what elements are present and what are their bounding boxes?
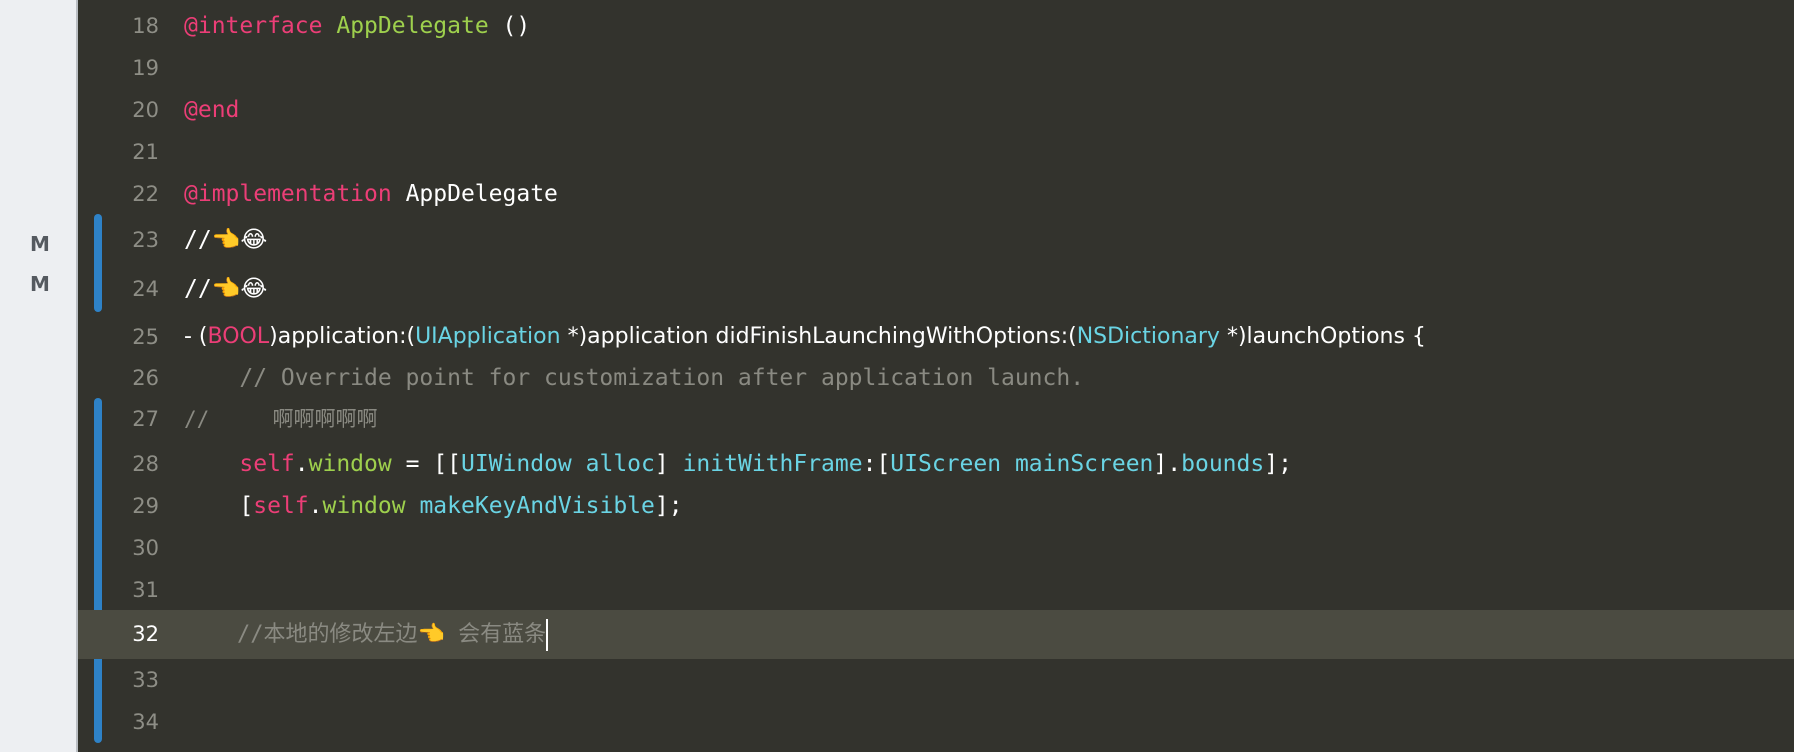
code-line[interactable]: 27 // 啊啊啊啊啊 [78,398,1794,440]
current-code-line[interactable]: 32 //本地的修改左边👈 会有蓝条 [78,610,1794,659]
modified-badge[interactable]: M [28,232,52,256]
code-line[interactable]: 19 [78,47,1794,89]
code-text: @implementation AppDelegate [184,181,558,207]
code-line[interactable]: 22 @implementation AppDelegate [78,173,1794,215]
code-editor[interactable]: 18 @interface AppDelegate () 19 20 @end … [78,0,1794,752]
code-line[interactable]: 24 //👈😂 [78,268,1794,310]
code-comment: //本地的修改左边👈 会有蓝条 [184,610,549,659]
code-comment: // 啊啊啊啊啊 [184,407,378,431]
code-line[interactable]: 30 [78,527,1794,569]
code-line[interactable]: 29 [self.window makeKeyAndVisible]; [78,485,1794,527]
line-number: 32 [132,622,159,646]
pointing-hand-laughing-emoji-icon: 👈😂 [211,276,268,302]
line-number: 26 [132,366,159,390]
line-number: 21 [132,140,159,164]
code-text: //👈😂 [184,276,268,302]
code-text: self.window = [[UIWindow alloc] initWith… [239,451,1292,477]
code-line[interactable]: 31 [78,569,1794,611]
code-line[interactable]: 18 @interface AppDelegate () [78,5,1794,47]
line-number: 19 [132,56,159,80]
line-number: 33 [132,668,159,692]
code-text: @interface AppDelegate () [184,13,531,39]
code-line[interactable]: 34 [78,701,1794,743]
code-text: [self.window makeKeyAndVisible]; [184,493,683,519]
code-comment: // Override point for customization afte… [184,365,1085,391]
code-line[interactable]: 26 // Override point for customization a… [78,357,1794,399]
code-text: @end [184,97,240,123]
code-line[interactable]: 28 self.window = [[UIWindow alloc] initW… [78,443,1794,485]
line-number: 18 [132,14,159,38]
line-number: 29 [132,494,159,518]
pointing-hand-laughing-emoji-icon: 👈😂 [211,227,268,253]
line-number: 28 [132,452,159,476]
line-number: 23 [132,228,159,252]
code-text: - (BOOL)application:(UIApplication *)app… [184,324,1426,349]
line-number: 31 [132,578,159,602]
line-number: 22 [132,182,159,206]
line-number: 27 [132,407,159,431]
pointing-hand-emoji-icon: 👈 [417,622,445,647]
text-cursor [546,619,549,651]
line-number: 30 [132,536,159,560]
line-number: 34 [132,710,159,734]
line-number: 25 [132,325,159,349]
code-line[interactable]: 20 @end [78,89,1794,131]
code-line[interactable]: 23 //👈😂 [78,219,1794,261]
line-number: 20 [132,98,159,122]
code-line[interactable]: 25 - (BOOL)application:(UIApplication *)… [78,316,1794,358]
code-line[interactable]: 33 [78,659,1794,701]
source-control-gutter: M M [0,0,78,752]
code-line[interactable]: 21 [78,131,1794,173]
line-number: 24 [132,277,159,301]
modified-badge[interactable]: M [28,272,52,296]
code-text: //👈😂 [184,227,268,253]
